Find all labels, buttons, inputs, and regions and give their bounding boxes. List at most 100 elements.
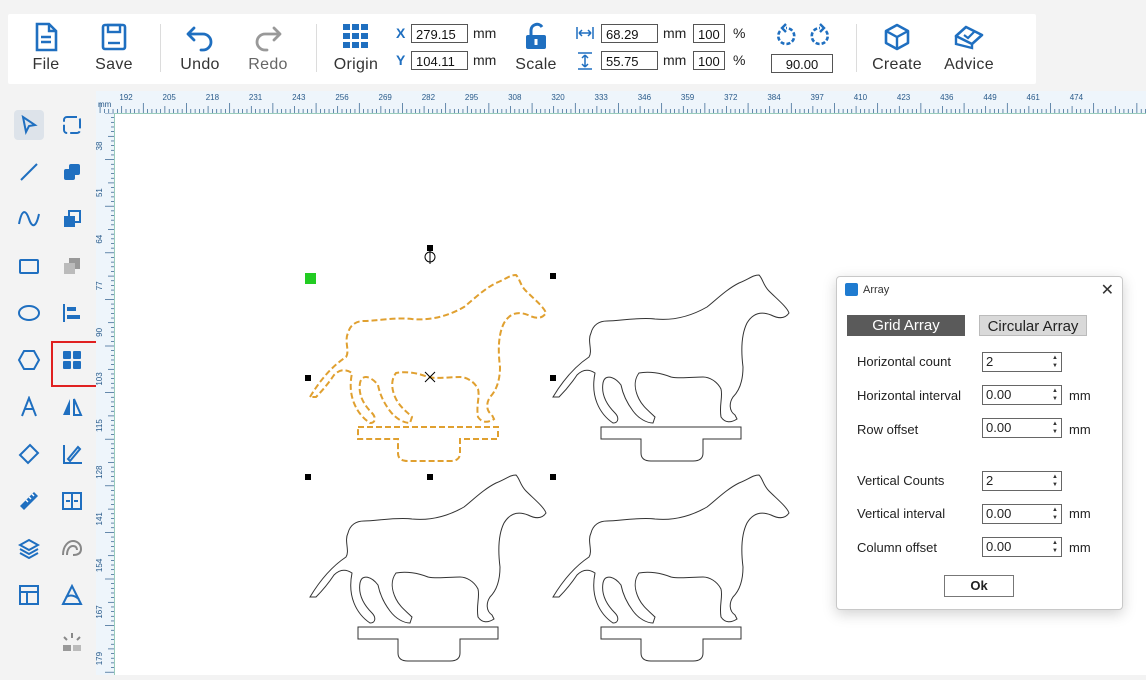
ruler-tick-label: 103 (96, 372, 104, 386)
file-button[interactable]: File (26, 22, 66, 74)
text-icon[interactable] (14, 392, 44, 422)
origin-grid-icon (343, 24, 368, 48)
scale-lock-button[interactable]: Scale (512, 22, 560, 74)
boolean-icon[interactable] (57, 204, 87, 234)
spin-arrows-icon[interactable]: ▲ ▼ (1051, 420, 1059, 436)
ruler-tick-label: 474 (1070, 93, 1084, 102)
height-input[interactable]: 55.75 (601, 51, 658, 70)
ok-button[interactable]: Ok (944, 575, 1014, 597)
y-label: Y (396, 52, 406, 68)
save-button[interactable]: Save (92, 22, 136, 74)
ruler-tick-label: 154 (96, 558, 104, 572)
ruler-tick-label: 282 (422, 93, 436, 102)
ruler-tick-label: 308 (508, 93, 522, 102)
spin-arrows-icon[interactable]: ▲ ▼ (1051, 506, 1059, 522)
selection-handle (550, 375, 556, 381)
horizontal-interval-unit: mm (1069, 388, 1091, 403)
horizontal-ruler: 192 205 218 231 243 256 269 282 295 308 320 333 346 3… (96, 91, 1146, 114)
vertical-counts-input[interactable]: 2 ▲ ▼ (982, 471, 1062, 491)
rotate-left-icon[interactable] (773, 22, 799, 48)
create-button[interactable]: Create (870, 22, 924, 74)
spin-arrows-icon[interactable]: ▲ ▼ (1051, 354, 1059, 370)
feedback-icon (954, 25, 984, 50)
rotation-input[interactable]: 90.00 (771, 54, 833, 73)
file-icon (35, 22, 58, 52)
y-position-input[interactable]: 104.11 (411, 51, 468, 70)
horizontal-count-input[interactable]: 2 ▲ ▼ (982, 352, 1062, 372)
width-icon (576, 27, 594, 39)
tab-circular-array[interactable]: Circular Array (979, 315, 1087, 336)
x-label: X (396, 25, 406, 41)
width-input[interactable]: 68.29 (601, 24, 658, 43)
ruler-tick-label: 90 (96, 327, 104, 336)
rectangle-icon[interactable] (14, 251, 44, 281)
app-logo-icon (845, 283, 858, 296)
template-icon[interactable] (14, 580, 44, 610)
height-unit: mm (663, 52, 687, 68)
x-position-input[interactable]: 279.15 (411, 24, 468, 43)
horizontal-interval-input[interactable]: 0.00 ▲ ▼ (982, 385, 1062, 405)
ellipse-icon[interactable] (14, 298, 44, 328)
layers-icon[interactable] (14, 533, 44, 563)
row-offset-input[interactable]: 0.00 ▲ ▼ (982, 418, 1062, 438)
group-icon[interactable] (57, 251, 87, 281)
ruler-tick-label: 436 (940, 93, 954, 102)
tab-grid-array[interactable]: Grid Array (847, 315, 965, 336)
height-percent-unit: % (733, 52, 746, 68)
advice-button[interactable]: Advice (938, 22, 1000, 74)
spin-arrows-icon[interactable]: ▲ ▼ (1051, 387, 1059, 403)
create-label: Create (872, 56, 922, 73)
close-icon[interactable]: ✕ (1101, 280, 1114, 300)
measure-icon[interactable] (14, 486, 44, 516)
curve-icon[interactable] (14, 204, 44, 234)
horse-shape (552, 474, 790, 662)
edit-path-icon[interactable] (57, 439, 87, 469)
column-offset-label: Column offset (857, 540, 937, 555)
distribute-icon[interactable] (57, 486, 87, 516)
node-edit-icon[interactable] (57, 110, 87, 140)
laser-icon[interactable] (57, 627, 87, 657)
undo-button[interactable]: Undo (176, 22, 224, 74)
spin-arrows-icon[interactable]: ▲ ▼ (1051, 473, 1059, 489)
ruler-tick-label: 179 (96, 651, 104, 665)
offset-icon[interactable] (57, 533, 87, 563)
row-offset-unit: mm (1069, 422, 1091, 437)
vectorize-icon[interactable] (57, 580, 87, 610)
align-icon[interactable] (57, 298, 87, 328)
anchor-handle (305, 273, 316, 284)
ruler-tick-label: 359 (681, 93, 695, 102)
horse-shape-selected (309, 274, 547, 462)
horizontal-count-value: 2 (986, 354, 994, 369)
origin-button[interactable]: Origin (330, 22, 382, 74)
select-icon[interactable] (14, 110, 44, 140)
vertical-interval-value: 0.00 (986, 506, 1012, 521)
ruler-tick-label: 397 (811, 93, 825, 102)
unlock-icon (526, 22, 546, 49)
ruler-tick-label: 384 (767, 93, 781, 102)
vertical-interval-unit: mm (1069, 506, 1091, 521)
selection-handle (305, 375, 311, 381)
ruler-tick-label: 231 (249, 93, 263, 102)
selection-handle (550, 474, 556, 480)
ruler-tick-label: 51 (96, 188, 104, 197)
eraser-icon[interactable] (14, 439, 44, 469)
ruler-tick-label: 461 (1027, 93, 1041, 102)
save-icon (101, 23, 127, 51)
horizontal-interval-label: Horizontal interval (857, 388, 962, 403)
rotate-right-icon[interactable] (807, 22, 833, 48)
ruler-tick-label: 77 (96, 281, 104, 290)
spin-arrows-icon[interactable]: ▲ ▼ (1051, 539, 1059, 555)
column-offset-input[interactable]: 0.00 ▲ ▼ (982, 537, 1062, 557)
vertical-interval-input[interactable]: 0.00 ▲ ▼ (982, 504, 1062, 524)
width-percent-input[interactable]: 100 (693, 24, 725, 43)
combine-icon[interactable] (57, 157, 87, 187)
mirror-icon[interactable] (57, 392, 87, 422)
line-icon[interactable] (14, 157, 44, 187)
polygon-icon[interactable] (14, 345, 44, 375)
redo-button[interactable]: Redo (244, 22, 292, 74)
height-percent-input[interactable]: 100 (693, 51, 725, 70)
ruler-tick-label: 256 (335, 93, 349, 102)
array-tool-highlight (51, 341, 100, 387)
separator (316, 24, 317, 72)
undo-icon (186, 26, 213, 52)
